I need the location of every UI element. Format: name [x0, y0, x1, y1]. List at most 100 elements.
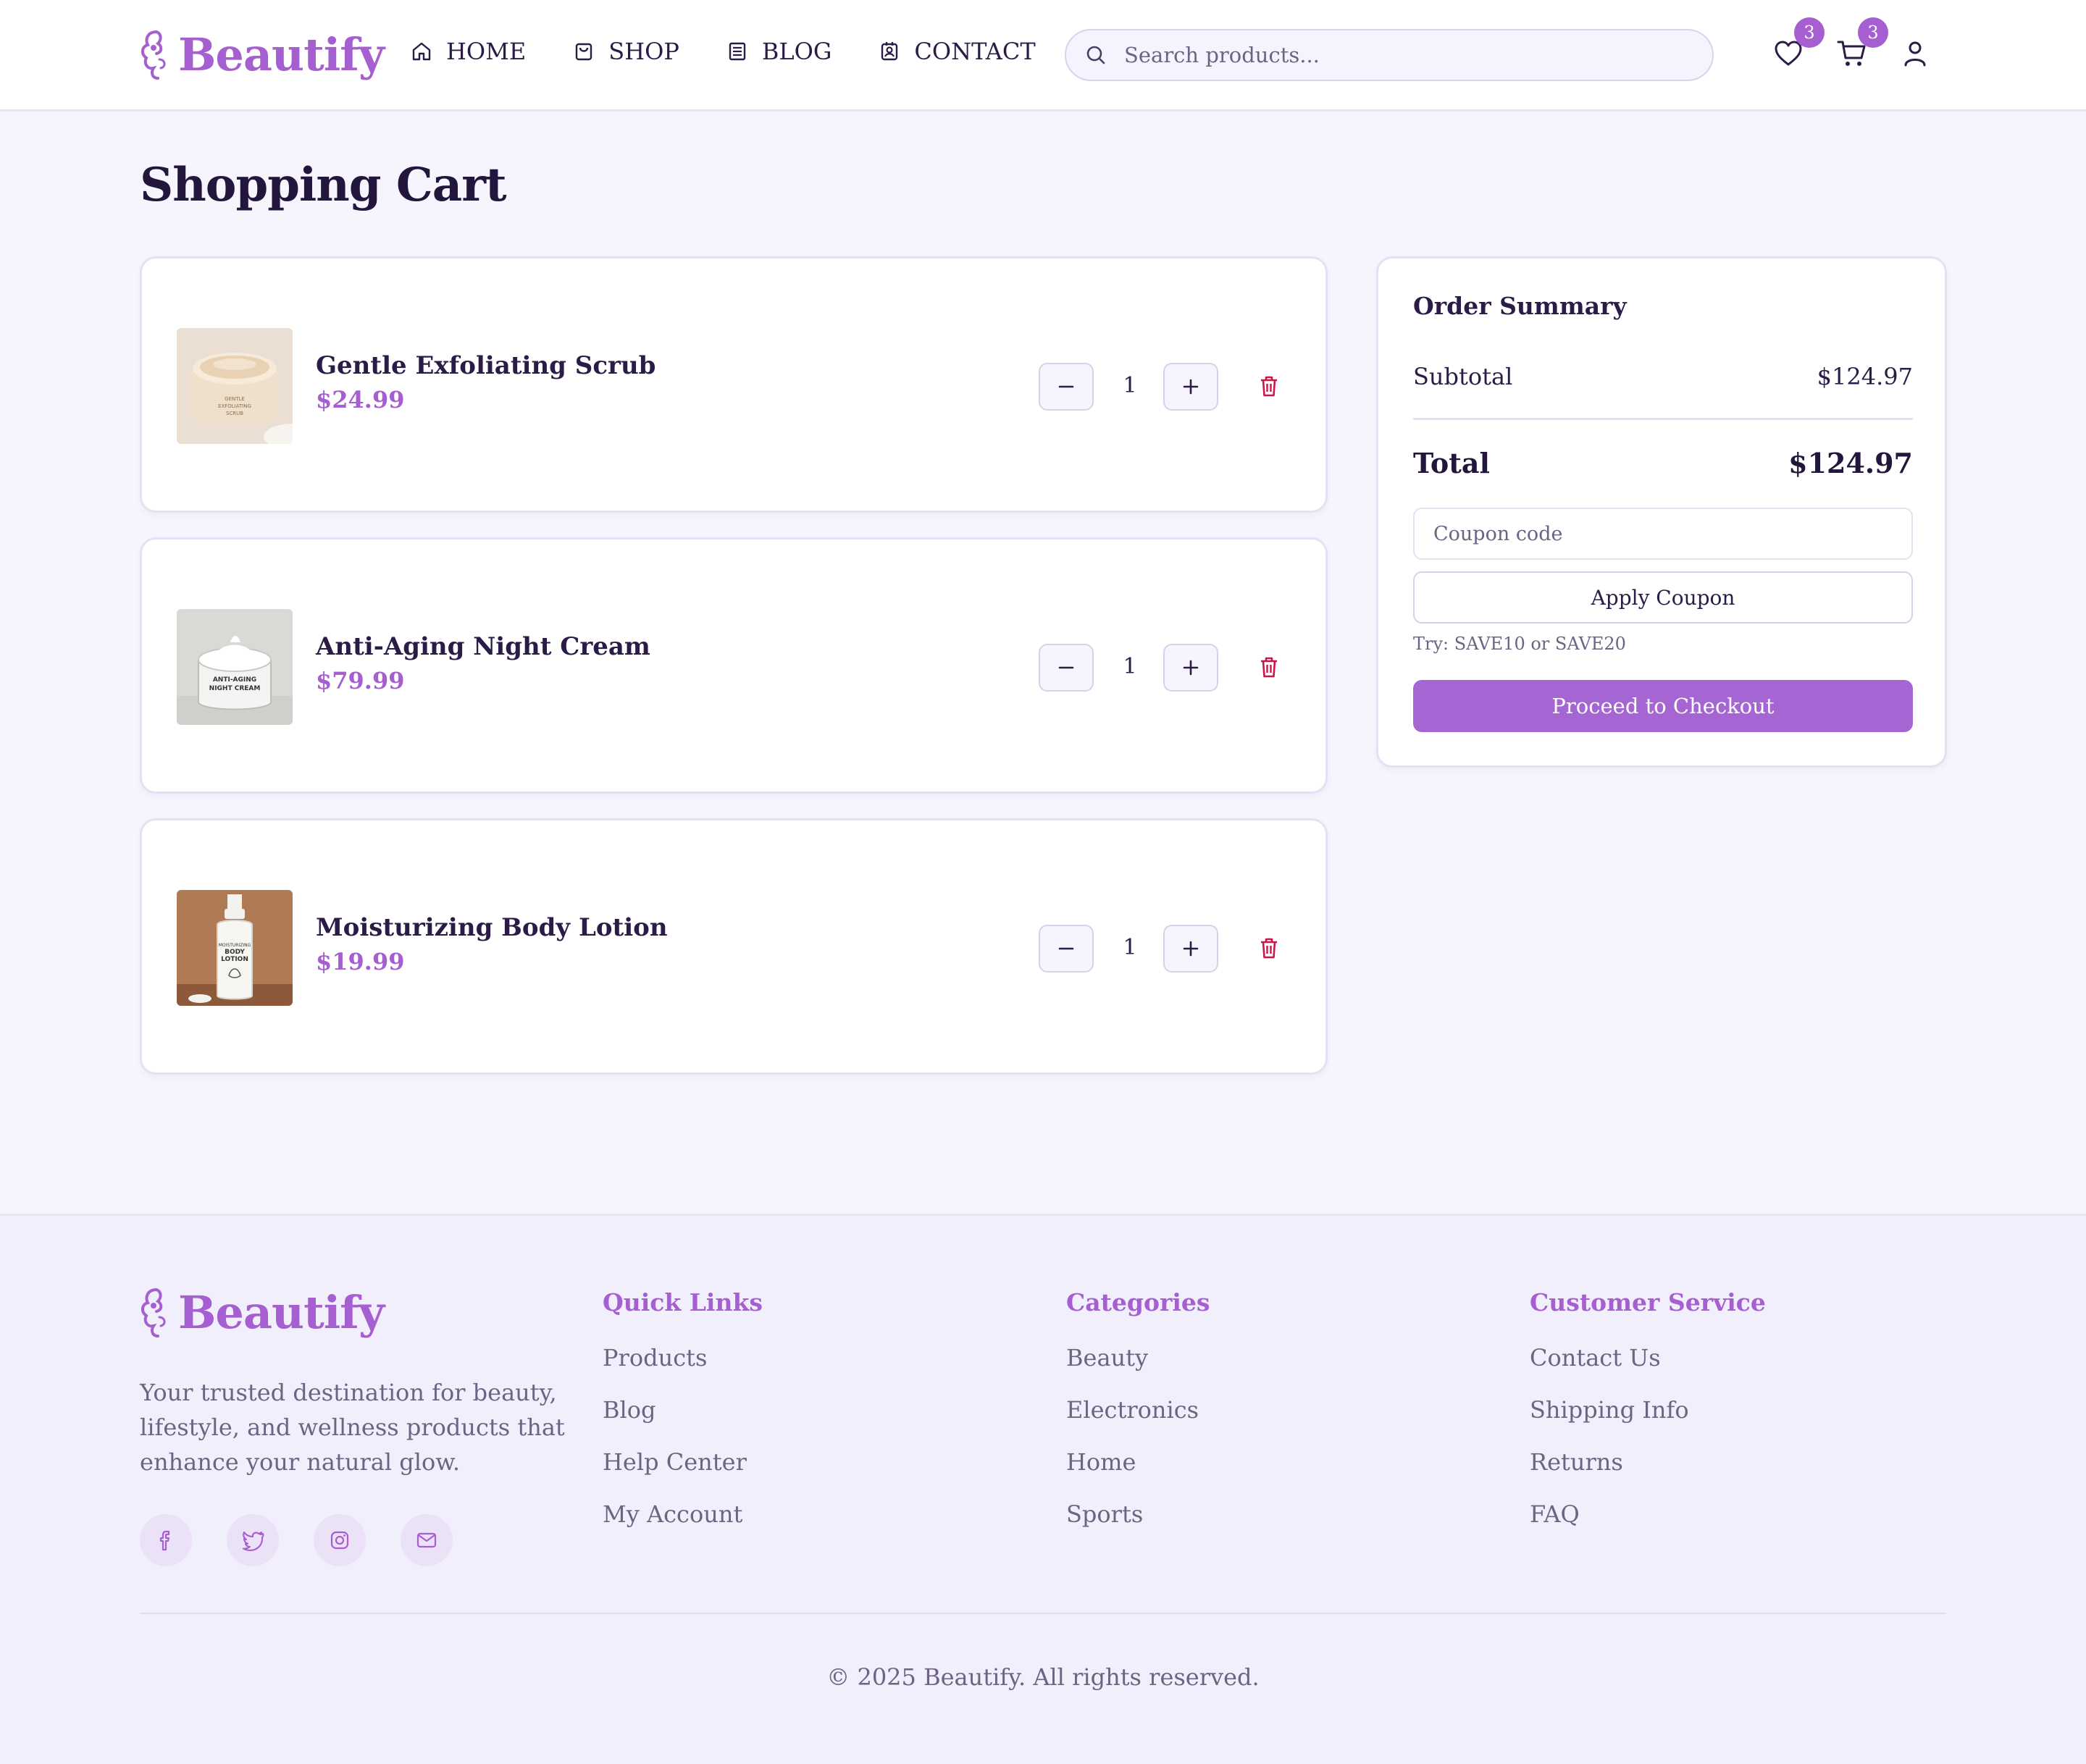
cart-item: ANTI-AGING NIGHT CREAM Anti-Aging Night …: [140, 537, 1328, 794]
footer-link[interactable]: My Account: [603, 1500, 763, 1553]
nav-home[interactable]: HOME: [410, 38, 526, 65]
item-price: $24.99: [316, 386, 405, 413]
cart-button[interactable]: 3: [1836, 17, 1888, 70]
header-logo[interactable]: Beautify: [138, 28, 385, 81]
page-title: Shopping Cart: [140, 158, 506, 212]
cart-item: MOISTURIZING BODY LOTION Moisturizing Bo…: [140, 818, 1328, 1075]
search-bar: [1065, 29, 1714, 81]
footer-link[interactable]: Help Center: [603, 1448, 763, 1500]
svg-text:GENTLE: GENTLE: [225, 396, 245, 402]
instagram-icon: [330, 1531, 349, 1550]
remove-item-button[interactable]: [1256, 935, 1282, 961]
footer-link[interactable]: Sports: [1066, 1500, 1210, 1553]
footer-logo[interactable]: Beautify: [138, 1285, 385, 1339]
trash-icon: [1261, 938, 1277, 959]
quantity-value: 1: [1123, 935, 1137, 960]
main-nav: HOME SHOP BLOG CONTACT: [410, 38, 1082, 65]
instagram-link[interactable]: [314, 1514, 366, 1566]
increase-quantity-button[interactable]: [1163, 363, 1218, 411]
footer-link[interactable]: FAQ: [1530, 1500, 1766, 1553]
footer-link[interactable]: Returns: [1530, 1448, 1766, 1500]
svg-text:SCRUB: SCRUB: [226, 411, 243, 416]
order-summary: Order Summary Subtotal $124.97 Total $12…: [1376, 256, 1947, 768]
remove-item-button[interactable]: [1256, 654, 1282, 680]
footer-link[interactable]: Blog: [603, 1396, 763, 1448]
logo-figure-icon: [141, 30, 166, 80]
nav-contact-label: CONTACT: [914, 38, 1036, 65]
subtotal-value: $124.97: [1817, 363, 1913, 390]
item-name[interactable]: Gentle Exfoliating Scrub: [316, 351, 655, 380]
footer-link[interactable]: Electronics: [1066, 1396, 1210, 1448]
footer-link[interactable]: Home: [1066, 1448, 1210, 1500]
svg-text:MOISTURIZING: MOISTURIZING: [219, 943, 251, 948]
product-image-night-cream[interactable]: ANTI-AGING NIGHT CREAM: [177, 609, 293, 725]
footer-column-quick-links: Quick Links Products Blog Help Center My…: [603, 1288, 763, 1553]
quantity-value: 1: [1123, 373, 1137, 398]
svg-text:EXFOLIATING: EXFOLIATING: [218, 403, 251, 409]
twitter-link[interactable]: [227, 1514, 279, 1566]
increase-quantity-button[interactable]: [1163, 925, 1218, 973]
footer-link[interactable]: Beauty: [1066, 1344, 1210, 1396]
svg-text:ANTI-AGING: ANTI-AGING: [213, 676, 256, 684]
minus-icon: [1058, 666, 1074, 669]
search-input[interactable]: [1124, 43, 1689, 67]
footer-link[interactable]: Shipping Info: [1530, 1396, 1766, 1448]
decrease-quantity-button[interactable]: [1039, 644, 1094, 692]
wishlist-count-badge: 3: [1794, 17, 1825, 48]
coupon-code-input[interactable]: [1413, 508, 1913, 560]
nav-shop[interactable]: SHOP: [572, 38, 679, 65]
search-icon: [1086, 46, 1105, 64]
nav-contact[interactable]: CONTACT: [878, 38, 1036, 65]
apply-coupon-button[interactable]: Apply Coupon: [1413, 571, 1913, 623]
product-image-scrub[interactable]: GENTLE EXFOLIATING SCRUB: [177, 328, 293, 444]
nav-shop-label: SHOP: [608, 38, 679, 65]
footer-column-title: Categories: [1066, 1288, 1210, 1316]
item-name[interactable]: Moisturizing Body Lotion: [316, 913, 668, 942]
facebook-icon: [159, 1530, 170, 1551]
checkout-button[interactable]: Proceed to Checkout: [1413, 680, 1913, 732]
nav-blog[interactable]: BLOG: [726, 38, 832, 65]
contact-card-icon: [881, 42, 898, 61]
mail-icon: [416, 1532, 437, 1548]
product-image-body-lotion[interactable]: MOISTURIZING BODY LOTION: [177, 890, 293, 1006]
subtotal-row: Subtotal $124.97: [1413, 363, 1913, 390]
brand-name: Beautify: [178, 28, 385, 81]
item-name[interactable]: Anti-Aging Night Cream: [316, 632, 650, 661]
item-price: $19.99: [316, 948, 405, 975]
subtotal-label: Subtotal: [1413, 363, 1513, 390]
minus-icon: [1058, 385, 1074, 388]
quantity-value: 1: [1123, 654, 1137, 679]
account-button[interactable]: [1899, 38, 1931, 70]
minus-icon: [1058, 947, 1074, 950]
cart-count-badge: 3: [1858, 17, 1888, 48]
footer-column-title: Quick Links: [603, 1288, 763, 1316]
svg-text:BODY: BODY: [225, 949, 245, 956]
total-value: $124.97: [1788, 447, 1913, 479]
total-label: Total: [1413, 447, 1490, 479]
plus-icon: [1183, 941, 1199, 957]
summary-divider: [1413, 418, 1913, 420]
facebook-link[interactable]: [140, 1514, 192, 1566]
decrease-quantity-button[interactable]: [1039, 925, 1094, 973]
footer-column-customer-service: Customer Service Contact Us Shipping Inf…: [1530, 1288, 1766, 1553]
newspaper-icon: [729, 42, 746, 61]
remove-item-button[interactable]: [1256, 373, 1282, 399]
decrease-quantity-button[interactable]: [1039, 363, 1094, 411]
trash-icon: [1261, 376, 1277, 397]
site-footer: Beautify Your trusted destination for be…: [0, 1214, 2086, 1764]
footer-link[interactable]: Contact Us: [1530, 1344, 1766, 1396]
social-links: [140, 1514, 487, 1566]
footer-column-title: Customer Service: [1530, 1288, 1766, 1316]
copyright: © 2025 Beautify. All rights reserved.: [826, 1663, 1260, 1691]
shopping-bag-icon: [576, 43, 592, 61]
footer-link[interactable]: Products: [603, 1344, 763, 1396]
footer-divider: [140, 1613, 1946, 1614]
wishlist-button[interactable]: 3: [1772, 17, 1825, 70]
email-link[interactable]: [401, 1514, 453, 1566]
coupon-hint: Try: SAVE10 or SAVE20: [1413, 634, 1626, 654]
page: Beautify HOME SHOP BLOG CONTACT Search p…: [0, 0, 2086, 1764]
order-summary-title: Order Summary: [1413, 292, 1627, 320]
total-row: Total $124.97: [1413, 447, 1913, 479]
increase-quantity-button[interactable]: [1163, 644, 1218, 692]
trash-icon: [1261, 657, 1277, 678]
